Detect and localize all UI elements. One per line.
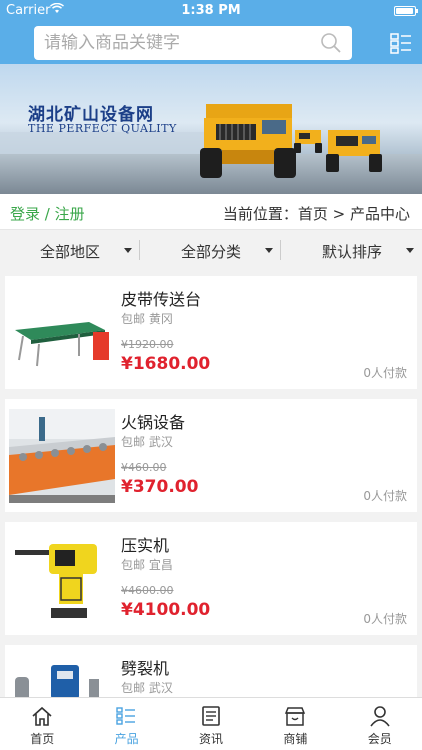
member-icon: [369, 706, 390, 727]
breadcrumb: 当前位置：首页 > 产品中心: [222, 205, 410, 223]
tab-news-label: 资讯: [198, 732, 223, 746]
home-icon: [32, 706, 52, 726]
tab-home-label: 首页: [30, 732, 55, 746]
tab-member[interactable]: 会员: [338, 698, 422, 750]
product-card[interactable]: 压实机 包邮 宜昌 ¥4600.00 ¥4100.00 0人付款: [5, 522, 417, 635]
chevron-down-icon: [124, 248, 132, 253]
product-card[interactable]: 火锅设备 包邮 武汉 ¥460.00 ¥370.00 0人付款: [5, 399, 417, 512]
location-bar: 登录 / 注册 当前位置：首页 > 产品中心: [0, 194, 422, 230]
chevron-down-icon: [265, 248, 273, 253]
tab-products-label: 产品: [114, 732, 139, 746]
search-icon[interactable]: [320, 32, 342, 54]
product-shipping-location: 包邮 黄冈: [121, 312, 173, 326]
products-list-icon: [116, 707, 136, 725]
product-name[interactable]: 皮带传送台: [121, 286, 201, 310]
status-time: 1:38 PM: [181, 3, 241, 18]
filter-region-label: 全部地区: [40, 243, 101, 261]
filter-region[interactable]: 全部地区: [0, 232, 140, 268]
product-sold-count: 0人付款: [363, 366, 407, 380]
product-name[interactable]: 劈裂机: [121, 655, 169, 679]
filter-category-label: 全部分类: [181, 243, 242, 261]
product-shipping-location: 包邮 武汉: [121, 681, 173, 695]
product-price: ¥370.00: [121, 477, 199, 497]
header: Carrier 1:38 PM: [0, 0, 422, 64]
filter-sort[interactable]: 默认排序: [282, 232, 422, 268]
product-original-price: ¥1920.00: [121, 338, 174, 351]
divider: [139, 240, 140, 260]
product-name[interactable]: 压实机: [121, 532, 169, 556]
mining-truck-image: [200, 104, 296, 178]
product-name[interactable]: 火锅设备: [121, 409, 185, 433]
search-bar[interactable]: [34, 26, 352, 60]
tab-store-label: 商铺: [283, 732, 308, 746]
filter-bar: 全部地区 全部分类 默认排序: [0, 232, 422, 268]
product-shipping-location: 包邮 宜昌: [121, 558, 173, 572]
product-sold-count: 0人付款: [363, 489, 407, 503]
divider: [280, 240, 281, 260]
product-shipping-location: 包邮 武汉: [121, 435, 173, 449]
product-original-price: ¥4600.00: [121, 584, 174, 597]
filter-sort-label: 默认排序: [322, 243, 383, 261]
tab-news[interactable]: 资讯: [169, 698, 253, 750]
chevron-down-icon: [406, 248, 414, 253]
filter-category[interactable]: 全部分类: [141, 232, 281, 268]
news-icon: [201, 706, 220, 726]
bottom-tab-bar: 首页 产品 资讯 商铺 会员: [0, 697, 422, 750]
tab-products[interactable]: 产品: [84, 698, 168, 750]
category-menu-icon[interactable]: [390, 32, 412, 54]
product-price: ¥4100.00: [121, 600, 211, 620]
tab-store[interactable]: 商铺: [253, 698, 337, 750]
promo-banner[interactable]: 湖北矿山设备网 THE PERFECT QUALITY: [0, 64, 422, 194]
login-register-link[interactable]: 登录 / 注册: [10, 203, 85, 224]
tab-member-label: 会员: [367, 732, 392, 746]
mining-truck-image: [294, 130, 322, 153]
banner-subtitle: THE PERFECT QUALITY: [28, 122, 177, 135]
conveyor-belt-image: [9, 286, 115, 380]
product-original-price: ¥460.00: [121, 461, 167, 474]
rammer-compactor-image: [9, 532, 115, 626]
store-icon: [285, 707, 306, 726]
product-sold-count: 0人付款: [363, 612, 407, 626]
product-card[interactable]: 皮带传送台 包邮 黄冈 ¥1920.00 ¥1680.00 0人付款: [5, 276, 417, 389]
status-bar: Carrier 1:38 PM: [0, 0, 422, 22]
battery-icon: [394, 6, 418, 16]
hotpot-equipment-image: [9, 409, 115, 503]
tab-home[interactable]: 首页: [0, 698, 84, 750]
mining-truck-image: [326, 130, 382, 172]
product-price: ¥1680.00: [121, 354, 211, 374]
search-input[interactable]: [44, 32, 314, 54]
